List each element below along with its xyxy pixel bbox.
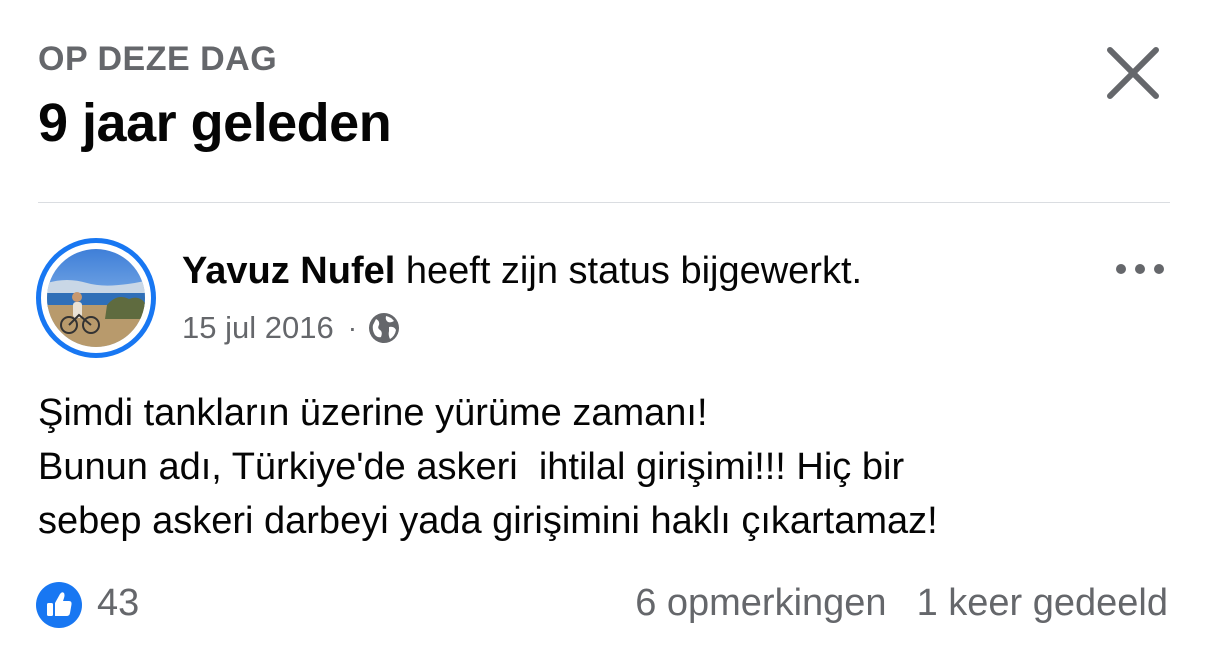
reaction-count[interactable]: 43 <box>97 582 139 625</box>
close-button[interactable] <box>1100 40 1166 106</box>
like-icon[interactable] <box>36 582 82 628</box>
globe-icon <box>369 313 400 343</box>
header-divider <box>38 202 1170 203</box>
meta-separator: · <box>347 312 358 343</box>
close-icon <box>1107 47 1159 99</box>
post-meta: 15 jul 2016 · <box>182 310 401 346</box>
avatar-photo <box>47 249 145 347</box>
page-title: 9 jaar geleden <box>38 93 392 153</box>
post-action-text: heeft zijn status bijgewerkt. <box>395 250 863 292</box>
post-text: Şimdi tankların üzerine yürüme zamanı! B… <box>38 392 938 542</box>
shares-count[interactable]: 1 keer gedeeld <box>917 582 1168 625</box>
post-author-line: Yavuz Nufel heeft zijn status bijgewerkt… <box>182 250 862 293</box>
avatar[interactable] <box>47 249 145 347</box>
engagement-stats: 6 opmerkingen 1 keer gedeeld <box>635 582 1168 625</box>
section-eyebrow: OP DEZE DAG <box>38 40 278 78</box>
more-options-button[interactable] <box>1112 254 1168 284</box>
comments-count[interactable]: 6 opmerkingen <box>635 582 886 625</box>
author-name[interactable]: Yavuz Nufel <box>182 250 395 292</box>
more-options-icon <box>1116 264 1164 274</box>
post-date[interactable]: 15 jul 2016 <box>182 310 334 346</box>
